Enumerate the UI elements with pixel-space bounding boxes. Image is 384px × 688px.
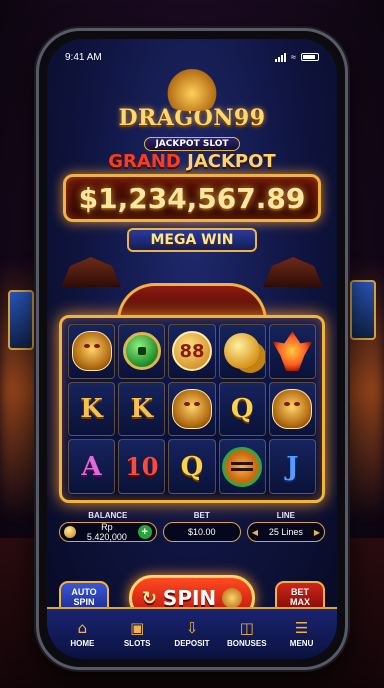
dragon-icon — [222, 588, 243, 608]
grand-word: GRAND — [108, 151, 181, 172]
reel-cell — [68, 324, 116, 379]
refresh-icon: ↻ — [141, 587, 157, 609]
line-increase-icon[interactable]: ▶ — [314, 528, 320, 537]
reel-cell: 10 — [118, 439, 166, 494]
status-time: 9:41 AM — [65, 51, 102, 63]
phoenix-icon — [272, 331, 313, 372]
coin-icon — [64, 526, 76, 538]
nav-item-home[interactable]: ⌂ HOME — [57, 620, 107, 648]
line-label: LINE — [276, 511, 296, 520]
menu-icon: ☰ — [294, 619, 309, 637]
signal-icon — [275, 52, 287, 62]
reel-cell: A — [68, 439, 116, 494]
line-value: 25 Lines — [268, 527, 303, 537]
nav-label: BONUSES — [227, 639, 267, 648]
symbol-q: Q — [230, 393, 254, 424]
symbol-j: J — [286, 451, 299, 482]
reel-cell: K — [68, 381, 116, 437]
line-decrease-icon[interactable]: ◀ — [252, 528, 258, 537]
nav-label: HOME — [70, 639, 95, 648]
dragon-icon — [171, 388, 212, 429]
reel-cell — [268, 324, 316, 379]
balance-label: BALANCE — [88, 511, 128, 520]
line-selector: ◀ 25 Lines ▶ — [246, 522, 325, 542]
dragon-logo-icon — [162, 67, 222, 111]
jade-coin-icon — [122, 332, 161, 371]
temple-roof-right — [263, 257, 323, 287]
mega-win-banner: MEGA WIN — [127, 228, 257, 252]
phone-frame: 9:41 AM ≈ DRAGON99 JACKPOT SLOT GRAND JA… — [36, 28, 348, 670]
bet-value: $10.00 — [188, 527, 216, 537]
lucky-88-icon: 88 — [171, 331, 212, 372]
nav-item-bonuses[interactable]: ◫ BONUSES — [222, 620, 272, 648]
status-icons: ≈ — [275, 52, 319, 62]
backdrop-slot-machine — [8, 290, 34, 350]
jackpot-amount: $1,234,567.89 — [78, 181, 306, 215]
deposit-icon: ⇩ — [185, 619, 199, 637]
reel-cell — [218, 324, 266, 379]
jackpot-display: GRAND JACKPOT $1,234,567.89 MEGA WIN — [47, 151, 337, 252]
gold-coins-icon — [224, 333, 261, 370]
nav-label: SLOTS — [123, 639, 151, 648]
reel-frame: 88 K K Q A 10 Q J — [59, 315, 325, 503]
symbol-q: Q — [180, 451, 204, 482]
backdrop-slot-machine — [350, 280, 376, 340]
symbol-k: K — [80, 393, 103, 424]
add-funds-button[interactable]: + — [137, 525, 152, 539]
nav-item-deposit[interactable]: ⇩ DEPOSIT — [167, 620, 217, 648]
reel-cell — [168, 381, 216, 437]
game-logo: DRAGON99 JACKPOT SLOT — [47, 67, 337, 151]
reel-cell: Q — [168, 439, 216, 494]
bet-box[interactable]: $10.00 — [162, 522, 241, 542]
dragon-icon — [272, 388, 313, 429]
app-screen: 9:41 AM ≈ DRAGON99 JACKPOT SLOT GRAND JA… — [47, 39, 337, 659]
reel-grid: 88 K K Q A 10 Q J — [68, 324, 316, 494]
temple-roof-left — [61, 257, 121, 287]
symbol-a: A — [81, 451, 102, 482]
bet-label: BET — [193, 511, 210, 520]
reel-cell — [268, 381, 316, 437]
bet-info-row: BALANCE Rp 5.420,000 + BET $10.00 LINE ◀… — [59, 511, 325, 542]
reel-cell: 88 — [168, 324, 216, 379]
nav-item-menu[interactable]: ☰ MENU — [277, 620, 327, 648]
line-section: LINE ◀ 25 Lines ▶ — [246, 511, 325, 542]
reel-cell: K — [118, 381, 166, 437]
slot-machine-icon: ▣ — [130, 619, 145, 637]
jackpot-word: JACKPOT — [187, 151, 276, 172]
reel-cell — [118, 324, 166, 379]
jackpot-heading: GRAND JACKPOT — [47, 151, 337, 172]
wifi-icon: ≈ — [291, 52, 296, 62]
gift-icon: ◫ — [239, 619, 254, 637]
nav-label: DEPOSIT — [174, 639, 210, 648]
symbol-k: K — [130, 393, 154, 424]
tiger-icon — [222, 446, 263, 487]
symbol-10: 10 — [125, 452, 159, 482]
home-icon: ⌂ — [77, 619, 88, 637]
nav-label: MENU — [289, 639, 314, 648]
reel-cell: Q — [218, 381, 266, 437]
reel-cell — [218, 439, 266, 494]
balance-value: Rp 5.420,000 — [86, 522, 127, 542]
balance-box: Rp 5.420,000 + — [59, 522, 157, 542]
bet-section: BET $10.00 — [162, 511, 241, 542]
nav-item-slots[interactable]: ▣ SLOTS — [112, 620, 162, 648]
balance-section: BALANCE Rp 5.420,000 + — [59, 511, 157, 542]
battery-icon — [301, 53, 319, 61]
status-bar: 9:41 AM ≈ — [65, 49, 319, 65]
logo-subtitle: JACKPOT SLOT — [144, 137, 240, 151]
bottom-nav: ⌂ HOME ▣ SLOTS ⇩ DEPOSIT ◫ BONUSES ☰ MEN… — [47, 607, 337, 659]
dragon-icon — [71, 331, 112, 372]
jackpot-amount-box: $1,234,567.89 — [63, 174, 321, 222]
reel-cell: J — [268, 439, 316, 494]
